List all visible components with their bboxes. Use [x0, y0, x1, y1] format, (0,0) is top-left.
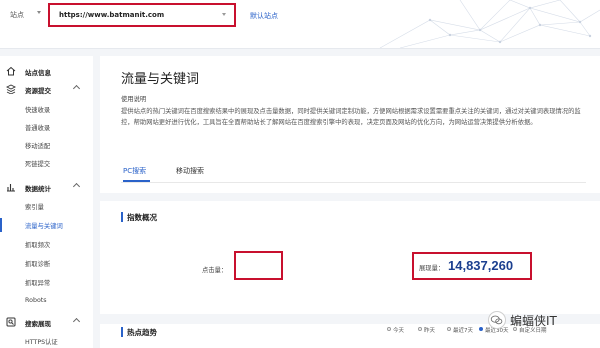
radio-selected-icon[interactable] — [479, 327, 483, 331]
tab-pc-search[interactable]: PC搜索 — [123, 166, 146, 176]
sidebar-item-normal-index[interactable]: 普通收录 — [0, 120, 93, 134]
sidebar-item-https[interactable]: HTTPS认证 — [0, 334, 93, 348]
click-label: 点击量： — [202, 267, 228, 274]
search-display-icon — [6, 317, 16, 327]
watermark: 蝙蝠侠IT — [488, 309, 598, 333]
top-bar: 站点 https://www.batmanit.com 默认站点 — [0, 0, 600, 49]
sidebar-group-label: 站点信息 — [25, 69, 51, 77]
show-value-box: 展现量： 14,837,260 — [412, 252, 532, 280]
site-url-select[interactable]: https://www.batmanit.com — [48, 3, 236, 27]
sidebar-group-search-display[interactable]: 搜索展现 — [0, 315, 93, 331]
radio-icon[interactable] — [387, 327, 391, 331]
sidebar-group-label: 数据统计 — [25, 185, 51, 193]
sidebar-item-crawl-frequency[interactable]: 抓取频次 — [0, 237, 93, 251]
usage-title: 使用说明 — [121, 96, 147, 103]
sidebar-group-data-stats[interactable]: 数据统计 — [0, 180, 93, 196]
stats-icon — [7, 184, 15, 192]
show-value: 14,837,260 — [448, 258, 514, 273]
radio-icon[interactable] — [418, 327, 422, 331]
network-decoration — [379, 0, 600, 48]
sidebar-item-traffic-keywords[interactable]: 流量与关键词 — [0, 218, 93, 232]
watermark-text: 蝙蝠侠IT — [510, 314, 557, 328]
chevron-down-icon[interactable] — [222, 13, 226, 16]
chevron-up-icon[interactable] — [72, 84, 81, 93]
section-gap — [100, 193, 600, 201]
site-label: 站点 — [10, 11, 24, 19]
usage-description: 提供站点的热门关键词在百度搜索结果中的展现及点击量数据，同时提供关键词定制功能，… — [121, 108, 581, 126]
section-marker — [121, 212, 123, 222]
trend-title: 热点趋势 — [127, 328, 157, 337]
section-marker — [121, 327, 123, 337]
sidebar-item-mobile-adapt[interactable]: 移动适配 — [0, 138, 93, 152]
show-label: 展现量： — [419, 265, 445, 272]
overview-header: 指数概况 — [121, 211, 201, 223]
tabs-divider — [121, 182, 586, 183]
main-content: 流量与关键词 使用说明 提供站点的热门关键词在百度搜索结果中的展现及点击量数据，… — [100, 56, 600, 348]
sidebar-item-fast-index[interactable]: 快速收录 — [0, 102, 93, 116]
sidebar-item-dead-link[interactable]: 死链提交 — [0, 156, 93, 170]
chevron-up-icon[interactable] — [72, 317, 81, 326]
sidebar-item-crawl-errors[interactable]: 抓取异常 — [0, 275, 93, 289]
click-value-box — [234, 251, 283, 280]
chevron-up-icon[interactable] — [72, 182, 81, 191]
radio-icon[interactable] — [447, 327, 451, 331]
page-title: 流量与关键词 — [121, 72, 200, 87]
caret-down-icon[interactable] — [37, 11, 41, 14]
sidebar-item-index-volume[interactable]: 索引量 — [0, 199, 93, 213]
default-site-link[interactable]: 默认站点 — [250, 11, 278, 21]
sidebar: 站点信息 资源提交 快速收录 普通收录 移动适配 死链提交 数据统计 索引量 流… — [0, 56, 93, 348]
site-url: https://www.batmanit.com — [59, 11, 165, 19]
tab-mobile-search[interactable]: 移动搜索 — [176, 166, 204, 176]
sidebar-group-label: 资源提交 — [25, 87, 51, 95]
sidebar-group-resource-submit[interactable]: 资源提交 — [0, 82, 93, 98]
home-icon — [6, 66, 16, 76]
wechat-logo-icon — [488, 311, 506, 329]
trend-header: 热点趋势 — [121, 326, 201, 338]
sidebar-group-label: 搜索展现 — [25, 320, 51, 328]
sidebar-item-robots[interactable]: Robots — [0, 294, 93, 308]
submit-icon — [6, 84, 16, 94]
sidebar-item-crawl-diagnosis[interactable]: 抓取诊断 — [0, 256, 93, 270]
overview-title: 指数概况 — [127, 213, 157, 222]
sidebar-group-site-info[interactable]: 站点信息 — [0, 64, 93, 80]
